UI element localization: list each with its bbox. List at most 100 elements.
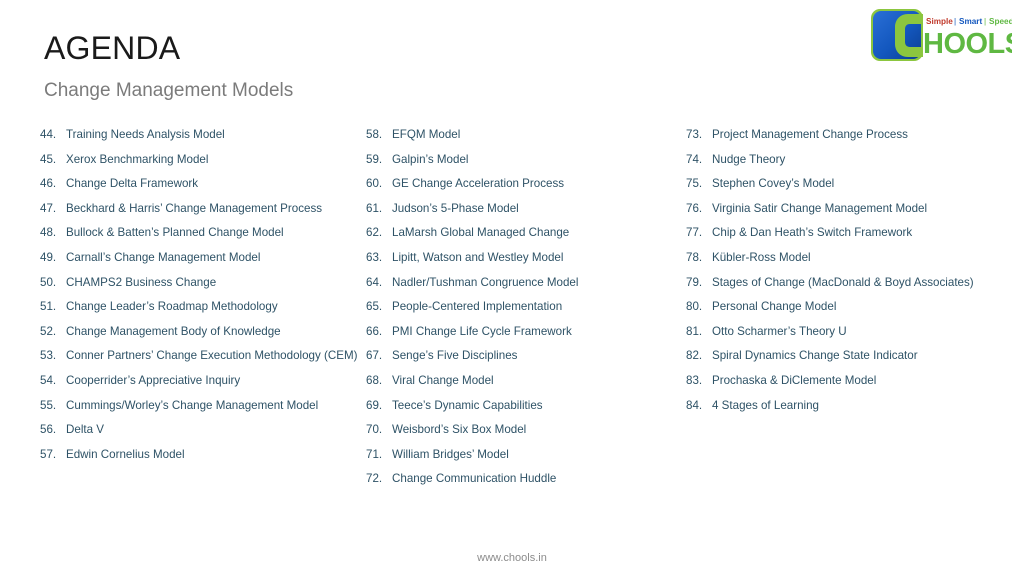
logo-tagline-simple: Simple xyxy=(926,17,953,26)
list-item-label: Stages of Change (MacDonald & Boyd Assoc… xyxy=(712,275,974,289)
list-item-number: 58. xyxy=(366,128,383,141)
list-item-number: 51. xyxy=(40,300,57,314)
list-item[interactable]: 50. CHAMPS2 Business Change xyxy=(40,272,360,297)
list-item-number: 67. xyxy=(366,349,383,363)
list-item-number: 56. xyxy=(40,423,57,437)
list-item[interactable]: 76. Virginia Satir Change Management Mode… xyxy=(686,198,1016,223)
list-item-label: EFQM Model xyxy=(392,128,461,141)
logo-wordmark: HOOLS xyxy=(923,28,1012,60)
list-item[interactable]: 52. Change Management Body of Knowledge xyxy=(40,321,360,346)
list-item-number: 44. xyxy=(40,128,57,141)
list-item[interactable]: 83. Prochaska & DiClemente Model xyxy=(686,370,1016,395)
list-item[interactable]: 74. Nudge Theory xyxy=(686,149,1016,174)
list-item[interactable]: 54. Cooperrider’s Appreciative Inquiry xyxy=(40,370,360,395)
list-item-label: People-Centered Implementation xyxy=(392,300,563,314)
list-item-label: 4 Stages of Learning xyxy=(712,398,819,412)
list-item[interactable]: 67. Senge’s Five Disciplines xyxy=(366,345,686,370)
list-item-number: 82. xyxy=(686,349,703,363)
chools-logo: Simple | Smart | Speed HOOLS xyxy=(870,6,1012,64)
list-item-number: 76. xyxy=(686,201,703,215)
list-item-number: 63. xyxy=(366,250,383,264)
list-item[interactable]: 77. Chip & Dan Heath’s Switch Framework xyxy=(686,222,1016,247)
list-item[interactable]: 75. Stephen Covey’s Model xyxy=(686,173,1016,198)
list-item[interactable]: 45. Xerox Benchmarking Model xyxy=(40,149,360,174)
list-item-number: 50. xyxy=(40,275,57,289)
list-item[interactable]: 81. Otto Scharmer’s Theory U xyxy=(686,321,1016,346)
list-item[interactable]: 56. Delta V xyxy=(40,419,360,444)
list-item-number: 49. xyxy=(40,250,57,264)
page-title: AGENDA xyxy=(44,30,181,66)
list-item[interactable]: 60. GE Change Acceleration Process xyxy=(366,173,686,198)
list-item[interactable]: 58. EFQM Model xyxy=(366,124,686,149)
page-subtitle: Change Management Models xyxy=(44,80,294,101)
list-item-number: 72. xyxy=(366,472,383,486)
list-item-number: 48. xyxy=(40,226,57,240)
list-item[interactable]: 80. Personal Change Model xyxy=(686,296,1016,321)
agenda-column-1: 44. Training Needs Analysis Model 45. Xerox… xyxy=(40,124,360,468)
list-item-number: 45. xyxy=(40,152,57,166)
list-item-label: William Bridges’ Model xyxy=(392,447,509,461)
list-item-label: Personal Change Model xyxy=(712,300,837,314)
list-item-label: Beckhard & Harris’ Change Management Pro… xyxy=(66,201,323,215)
list-item[interactable]: 48. Bullock & Batten’s Planned Change Mod… xyxy=(40,222,360,247)
list-item-number: 73. xyxy=(686,128,703,141)
list-item[interactable]: 61. Judson’s 5-Phase Model xyxy=(366,198,686,223)
list-item[interactable]: 73. Project Management Change Process xyxy=(686,124,1016,149)
list-item[interactable]: 78. Kübler-Ross Model xyxy=(686,247,1016,272)
list-item[interactable]: 63. Lipitt, Watson and Westley Model xyxy=(366,247,686,272)
list-item-number: 79. xyxy=(686,275,703,289)
list-item-label: Carnall’s Change Management Model xyxy=(66,250,261,264)
list-item-number: 83. xyxy=(686,373,703,387)
list-item-label: Change Communication Huddle xyxy=(392,472,557,486)
list-item[interactable]: 59. Galpin’s Model xyxy=(366,149,686,174)
list-item-label: Judson’s 5-Phase Model xyxy=(392,201,519,215)
list-item[interactable]: 57. Edwin Cornelius Model xyxy=(40,444,360,469)
list-item[interactable]: 71. William Bridges’ Model xyxy=(366,444,686,469)
list-item-label: Change Delta Framework xyxy=(66,177,199,191)
list-item-number: 70. xyxy=(366,423,383,437)
list-item[interactable]: 68. Viral Change Model xyxy=(366,370,686,395)
list-item-number: 53. xyxy=(40,349,57,363)
footer-url: www.chools.in xyxy=(477,552,547,564)
list-item[interactable]: 62. LaMarsh Global Managed Change xyxy=(366,222,686,247)
list-item-label: Chip & Dan Heath’s Switch Framework xyxy=(712,226,913,240)
list-item-label: Delta V xyxy=(66,423,105,437)
list-item[interactable]: 64. Nadler/Tushman Congruence Model xyxy=(366,272,686,297)
list-item-number: 55. xyxy=(40,398,57,412)
list-item[interactable]: 55. Cummings/Worley’s Change Management M… xyxy=(40,395,360,420)
list-item[interactable]: 82. Spiral Dynamics Change State Indicato… xyxy=(686,345,1016,370)
list-item[interactable]: 46. Change Delta Framework xyxy=(40,173,360,198)
list-item-number: 61. xyxy=(366,201,383,215)
list-item[interactable]: 84. 4 Stages of Learning xyxy=(686,395,1016,420)
list-item[interactable]: 72. Change Communication Huddle xyxy=(366,468,686,493)
list-item-label: Kübler-Ross Model xyxy=(712,250,811,264)
list-item-label: Prochaska & DiClemente Model xyxy=(712,373,877,387)
list-item-number: 77. xyxy=(686,226,703,240)
list-item-label: GE Change Acceleration Process xyxy=(392,177,565,191)
logo-tagline-sep-1: | xyxy=(954,17,956,26)
list-item[interactable]: 65. People-Centered Implementation xyxy=(366,296,686,321)
list-item[interactable]: 51. Change Leader’s Roadmap Methodology xyxy=(40,296,360,321)
list-item-number: 64. xyxy=(366,275,383,289)
list-item[interactable]: 70. Weisbord’s Six Box Model xyxy=(366,419,686,444)
list-item-label: Xerox Benchmarking Model xyxy=(66,152,209,166)
list-item[interactable]: 47. Beckhard & Harris’ Change Management … xyxy=(40,198,360,223)
list-item-label: Spiral Dynamics Change State Indicator xyxy=(712,349,918,363)
list-item-label: PMI Change Life Cycle Framework xyxy=(392,324,572,338)
list-item[interactable]: 79. Stages of Change (MacDonald & Boyd As… xyxy=(686,272,1016,297)
list-item-number: 71. xyxy=(366,447,383,461)
list-item-label: Lipitt, Watson and Westley Model xyxy=(392,250,564,264)
list-item[interactable]: 49. Carnall’s Change Management Model xyxy=(40,247,360,272)
list-item[interactable]: 66. PMI Change Life Cycle Framework xyxy=(366,321,686,346)
list-item-number: 59. xyxy=(366,152,383,166)
list-item[interactable]: 53. Conner Partners’ Change Execution Met… xyxy=(40,345,360,370)
logo-tagline-smart: Smart xyxy=(959,17,982,26)
list-item[interactable]: 44. Training Needs Analysis Model xyxy=(40,124,360,149)
list-item-number: 75. xyxy=(686,177,703,191)
list-item-label: Cummings/Worley’s Change Management Mode… xyxy=(66,398,319,412)
list-item[interactable]: 69. Teece’s Dynamic Capabilities xyxy=(366,395,686,420)
list-item-number: 57. xyxy=(40,447,57,461)
list-item-number: 66. xyxy=(366,324,383,338)
logo-tagline-sep-2: | xyxy=(984,17,986,26)
list-item-label: Change Leader’s Roadmap Methodology xyxy=(66,300,278,314)
